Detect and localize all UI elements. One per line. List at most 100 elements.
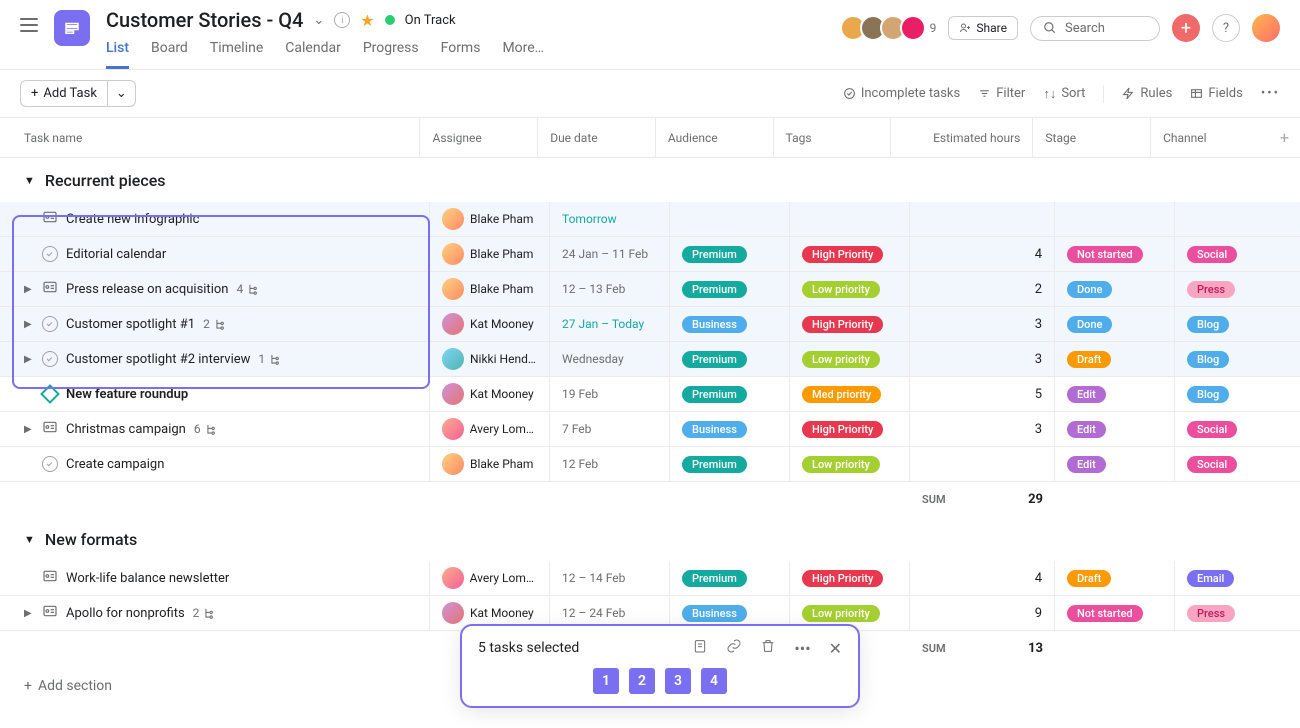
hours-value[interactable]: 3	[1035, 317, 1042, 332]
column-task-name[interactable]: Task name	[0, 118, 420, 157]
assignee-avatar[interactable]	[442, 278, 464, 300]
hours-value[interactable]: 9	[1035, 606, 1042, 621]
selection-step[interactable]: 1	[593, 668, 619, 694]
pill-ns[interactable]: Not started	[1067, 246, 1143, 263]
tab-list[interactable]: List	[106, 40, 129, 69]
section-header[interactable]: ▼New formats	[0, 517, 1300, 561]
assignee-avatar[interactable]	[442, 313, 464, 335]
assignee-avatar[interactable]	[442, 243, 464, 265]
task-row[interactable]: ▶Press release on acquisition4 Blake Pha…	[0, 272, 1300, 307]
incomplete-filter[interactable]: Incomplete tasks	[843, 86, 960, 101]
tab-forms[interactable]: Forms	[441, 40, 481, 69]
task-row[interactable]: Create campaignBlake Pham12 FebPremiumLo…	[0, 447, 1300, 482]
column-assignee[interactable]: Assignee	[420, 118, 538, 157]
task-row[interactable]: New feature roundupKat Mooney19 FebPremi…	[0, 377, 1300, 412]
fields-button[interactable]: Fields	[1190, 86, 1242, 101]
pill-blog[interactable]: Blog	[1187, 351, 1229, 368]
column-stage[interactable]: Stage	[1033, 118, 1151, 157]
assignee-avatar[interactable]	[442, 348, 464, 370]
assignee-avatar[interactable]	[442, 567, 464, 589]
task-row[interactable]: ▶Christmas campaign6 Avery Lomax7 FebBus…	[0, 412, 1300, 447]
more-icon[interactable]: •••	[794, 639, 810, 658]
pill-done[interactable]: Done	[1067, 281, 1112, 298]
due-date[interactable]: 19 Feb	[562, 387, 598, 401]
approval-icon[interactable]	[42, 209, 58, 229]
due-date[interactable]: 24 Jan – 11 Feb	[562, 247, 648, 261]
status-text[interactable]: On Track	[405, 13, 456, 28]
more-icon[interactable]: •••	[1261, 86, 1280, 101]
approval-icon[interactable]	[42, 568, 58, 588]
pill-business[interactable]: Business	[682, 316, 747, 333]
expand-icon[interactable]: ▶	[24, 284, 34, 295]
info-icon[interactable]: i	[334, 12, 350, 28]
pill-blog[interactable]: Blog	[1187, 386, 1229, 403]
global-add-button[interactable]: +	[1172, 14, 1200, 42]
tab-progress[interactable]: Progress	[363, 40, 419, 69]
help-button[interactable]: ?	[1212, 14, 1240, 42]
pill-premium[interactable]: Premium	[682, 351, 747, 368]
pill-edit[interactable]: Edit	[1067, 456, 1106, 473]
hours-value[interactable]: 2	[1035, 282, 1042, 297]
task-row[interactable]: Editorial calendarBlake Pham24 Jan – 11 …	[0, 237, 1300, 272]
task-row[interactable]: Create new infographicBlake PhamTomorrow	[0, 202, 1300, 237]
due-date[interactable]: Wednesday	[562, 352, 624, 366]
column-audience[interactable]: Audience	[656, 118, 774, 157]
tab-board[interactable]: Board	[151, 40, 188, 69]
approval-icon[interactable]	[42, 279, 58, 299]
milestone-icon[interactable]	[40, 384, 60, 404]
filter-button[interactable]: Filter	[978, 86, 1025, 101]
pill-lp[interactable]: Low priority	[802, 351, 880, 368]
expand-icon[interactable]: ▶	[24, 424, 34, 435]
hours-value[interactable]: 4	[1035, 571, 1042, 586]
assignee-avatar[interactable]	[442, 453, 464, 475]
pill-edit[interactable]: Edit	[1067, 386, 1106, 403]
pill-mp[interactable]: Med priority	[802, 386, 881, 403]
pill-social[interactable]: Social	[1187, 421, 1237, 438]
pill-press[interactable]: Press	[1187, 281, 1235, 298]
edit-tasks-icon[interactable]	[692, 638, 708, 658]
tab-more[interactable]: More…	[502, 40, 544, 69]
expand-icon[interactable]: ▶	[24, 319, 34, 330]
task-row[interactable]: Work-life balance newsletterAvery Lomax1…	[0, 561, 1300, 596]
pill-blog[interactable]: Blog	[1187, 316, 1229, 333]
tab-calendar[interactable]: Calendar	[285, 40, 341, 69]
due-date[interactable]: 12 – 24 Feb	[562, 606, 625, 620]
pill-premium[interactable]: Premium	[682, 570, 747, 587]
chevron-down-icon[interactable]: ⌄	[313, 13, 324, 28]
rules-button[interactable]: Rules	[1122, 86, 1172, 101]
due-date[interactable]: 12 – 13 Feb	[562, 282, 625, 296]
close-icon[interactable]: ✕	[829, 639, 842, 658]
pill-hp[interactable]: High Priority	[802, 421, 883, 438]
pill-premium[interactable]: Premium	[682, 456, 747, 473]
pill-hp[interactable]: High Priority	[802, 316, 883, 333]
add-task-dropdown[interactable]: ⌄	[108, 80, 136, 107]
tab-timeline[interactable]: Timeline	[210, 40, 263, 69]
column-channel[interactable]: Channel	[1151, 118, 1269, 157]
pill-email[interactable]: Email	[1187, 570, 1234, 587]
check-icon[interactable]	[42, 351, 58, 367]
add-task-button[interactable]: + Add Task	[20, 80, 108, 107]
pill-lp[interactable]: Low priority	[802, 281, 880, 298]
approval-icon[interactable]	[42, 419, 58, 439]
member-avatars[interactable]: 9	[846, 15, 937, 41]
check-icon[interactable]	[42, 316, 58, 332]
assignee-avatar[interactable]	[442, 208, 464, 230]
pill-press[interactable]: Press	[1187, 605, 1235, 622]
pill-business[interactable]: Business	[682, 605, 747, 622]
pill-lp[interactable]: Low priority	[802, 605, 880, 622]
due-date[interactable]: 27 Jan – Today	[562, 317, 644, 331]
due-date[interactable]: 7 Feb	[562, 422, 591, 436]
selection-step[interactable]: 3	[665, 668, 691, 694]
pill-premium[interactable]: Premium	[682, 281, 747, 298]
menu-toggle[interactable]	[20, 18, 38, 32]
check-icon[interactable]	[42, 456, 58, 472]
task-row[interactable]: ▶Customer spotlight #2 interview1 Nikki …	[0, 342, 1300, 377]
expand-icon[interactable]: ▶	[24, 608, 34, 619]
link-icon[interactable]	[726, 638, 742, 658]
search-input[interactable]: Search	[1030, 16, 1160, 41]
due-date[interactable]: 12 – 14 Feb	[562, 571, 625, 585]
assignee-avatar[interactable]	[442, 383, 464, 405]
trash-icon[interactable]	[760, 638, 776, 658]
share-button[interactable]: Share	[948, 16, 1018, 40]
column-due-date[interactable]: Due date	[538, 118, 656, 157]
